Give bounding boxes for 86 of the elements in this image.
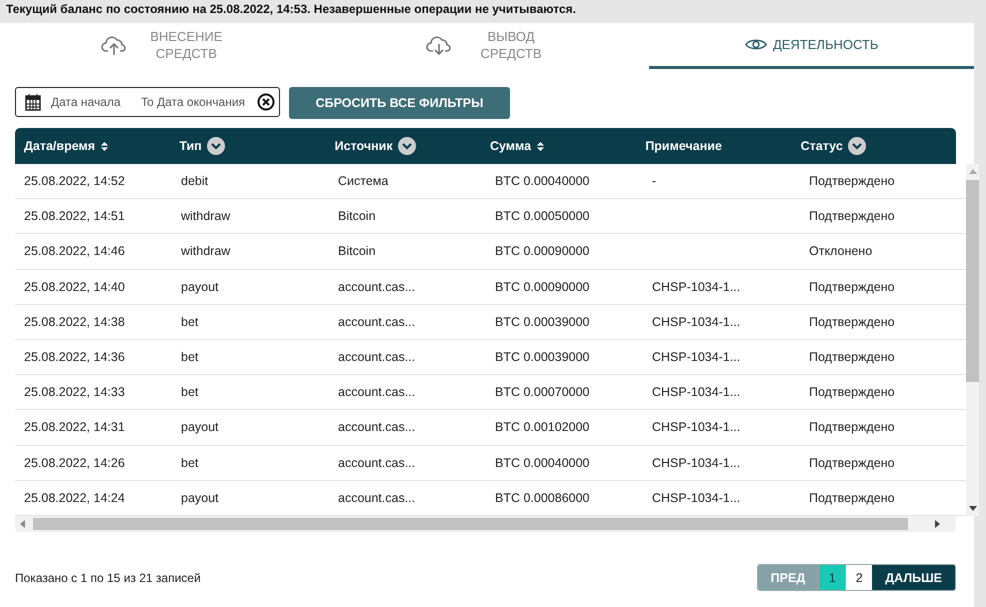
page-button[interactable]: 1 xyxy=(818,565,846,590)
table-cell: bet xyxy=(181,456,198,470)
table-cell: account.cas... xyxy=(338,385,416,400)
table-cell: CHSP-1034-1... xyxy=(652,280,740,294)
table-cell: Подтверждено xyxy=(809,456,895,470)
table-cell: bet xyxy=(181,350,198,364)
column-header[interactable]: Примечание xyxy=(645,139,722,153)
cloud-download-icon xyxy=(426,34,452,56)
scroll-left-icon[interactable] xyxy=(20,520,25,528)
table-cell: bet xyxy=(181,385,198,400)
table-cell: withdraw xyxy=(181,244,230,258)
table-cell: Подтверждено xyxy=(809,385,895,400)
column-header[interactable]: Дата/время xyxy=(24,139,96,153)
table-cell: Bitcoin xyxy=(338,244,376,258)
table-cell: CHSP-1034-1... xyxy=(652,456,740,470)
table-cell: 25.08.2022, 14:52 xyxy=(24,174,125,188)
reset-filters-button[interactable]: СБРОСИТЬ ВСЕ ФИЛЬТРЫ xyxy=(289,87,510,119)
table-cell: 25.08.2022, 14:33 xyxy=(24,385,125,400)
table-cell: CHSP-1034-1... xyxy=(652,490,740,505)
vertical-scrollbar[interactable] xyxy=(966,164,979,516)
sort-icon[interactable] xyxy=(536,140,546,152)
table-cell: CHSP-1034-1... xyxy=(652,385,740,400)
table-cell: account.cas... xyxy=(338,314,416,329)
table-cell: Подтверждено xyxy=(809,490,895,505)
table-cell: BTC 0.00040000 xyxy=(495,174,590,188)
dropdown-icon[interactable] xyxy=(206,137,225,155)
table-cell: 25.08.2022, 14:24 xyxy=(24,490,125,505)
table-cell: account.cas... xyxy=(338,350,416,364)
table-cell: CHSP-1034-1... xyxy=(652,420,740,434)
table-cell: payout xyxy=(181,280,219,294)
table-cell: 25.08.2022, 14:46 xyxy=(24,244,125,258)
column-header[interactable]: Статус xyxy=(800,139,843,153)
table-cell: account.cas... xyxy=(338,280,416,294)
calendar-icon xyxy=(25,93,41,111)
table-cell: payout xyxy=(181,420,219,434)
scroll-right-icon[interactable] xyxy=(935,520,940,528)
table-cell: CHSP-1034-1... xyxy=(652,350,740,364)
table-cell: Подтверждено xyxy=(809,209,895,224)
eye-icon xyxy=(744,38,767,51)
table-cell: 25.08.2022, 14:38 xyxy=(24,314,125,329)
table-cell: Отклонено xyxy=(809,244,872,258)
table-cell: BTC 0.00039000 xyxy=(495,350,590,364)
table-cell: BTC 0.00050000 xyxy=(495,209,590,224)
table-cell: - xyxy=(652,174,656,188)
column-header[interactable]: Источник xyxy=(334,139,393,153)
table-cell: BTC 0.00090000 xyxy=(495,244,590,258)
balance-notice: Текущий баланс по состоянию на 25.08.2022, 14:53. Незавершенные операции не учитываются. xyxy=(5,1,577,18)
table-cell: CHSP-1034-1... xyxy=(652,314,740,329)
clear-icon[interactable] xyxy=(257,93,275,111)
table-cell: 25.08.2022, 14:31 xyxy=(24,420,125,434)
date-range-field[interactable]: Дата начала To Дата окончания xyxy=(15,87,280,117)
scroll-down-icon[interactable] xyxy=(968,506,976,511)
table-cell: BTC 0.00090000 xyxy=(495,280,590,294)
table-cell: Подтверждено xyxy=(809,174,895,188)
table-cell: account.cas... xyxy=(338,456,416,470)
table-cell: account.cas... xyxy=(338,420,416,434)
table-cell: BTC 0.00102000 xyxy=(495,420,590,434)
table-cell: 25.08.2022, 14:51 xyxy=(24,209,125,224)
table-cell: debit xyxy=(181,174,208,188)
table-cell: BTC 0.00040000 xyxy=(495,456,590,470)
table-cell: payout xyxy=(181,490,219,505)
records-summary: Показано с 1 по 15 из 21 записей xyxy=(15,570,201,584)
tab[interactable]: ДЕЯТЕЛЬНОСТЬ xyxy=(649,23,974,69)
table-cell: BTC 0.00086000 xyxy=(495,490,590,505)
table-cell: withdraw xyxy=(181,209,230,224)
sort-icon[interactable] xyxy=(100,140,110,152)
dropdown-icon[interactable] xyxy=(398,137,416,155)
table-cell: Подтверждено xyxy=(809,350,895,364)
table-cell: account.cas... xyxy=(338,490,416,505)
dropdown-icon[interactable] xyxy=(848,137,866,155)
table-cell: 25.08.2022, 14:36 xyxy=(24,350,125,364)
column-header[interactable]: Сумма xyxy=(490,139,532,153)
horizontal-scrollbar[interactable] xyxy=(15,516,956,532)
table-cell: BTC 0.00070000 xyxy=(495,385,590,400)
table-cell: 25.08.2022, 14:26 xyxy=(24,456,125,470)
table-cell: 25.08.2022, 14:40 xyxy=(24,280,125,294)
table-cell: Bitcoin xyxy=(338,209,376,224)
cloud-upload-icon xyxy=(101,34,128,56)
table-cell: Подтверждено xyxy=(809,280,895,294)
column-header[interactable]: Тип xyxy=(179,139,202,153)
table-cell: BTC 0.00039000 xyxy=(495,314,590,329)
next-page-button[interactable]: ДАЛЬШЕ xyxy=(872,565,955,590)
table-cell: Система xyxy=(338,174,388,188)
table-cell: Подтверждено xyxy=(809,314,895,329)
table-cell: Подтверждено xyxy=(809,420,895,434)
table-cell: bet xyxy=(181,314,198,329)
